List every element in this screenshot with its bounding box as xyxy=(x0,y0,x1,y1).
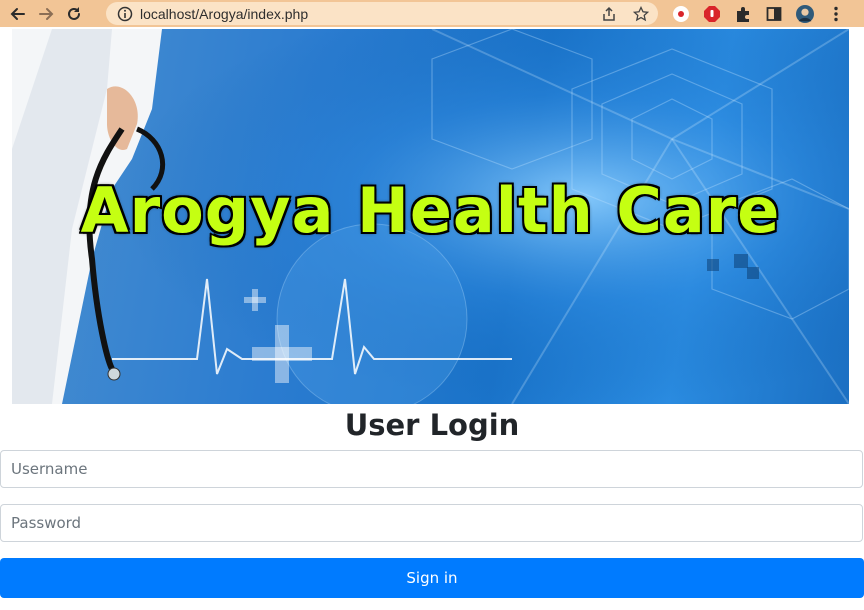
banner-title: Arogya Health Care xyxy=(79,173,781,249)
profile-avatar[interactable] xyxy=(796,4,814,23)
login-heading: User Login xyxy=(344,408,520,442)
browser-toolbar: localhost/Arogya/index.php xyxy=(0,0,864,27)
back-icon[interactable] xyxy=(4,0,32,27)
share-icon[interactable] xyxy=(600,5,618,23)
site-info-icon[interactable] xyxy=(116,5,134,23)
forward-icon[interactable] xyxy=(32,0,60,27)
reload-icon[interactable] xyxy=(60,0,88,27)
password-input[interactable] xyxy=(0,504,863,542)
banner-image: Arogya Health Care xyxy=(12,29,849,404)
username-input[interactable] xyxy=(0,450,863,488)
address-text[interactable]: localhost/Arogya/index.php xyxy=(140,6,308,22)
extensions-puzzle-icon[interactable] xyxy=(734,5,752,23)
address-bar[interactable]: localhost/Arogya/index.php xyxy=(106,2,658,25)
menu-kebab-icon[interactable] xyxy=(827,5,845,23)
adblock-icon[interactable] xyxy=(703,5,721,23)
side-panel-icon[interactable] xyxy=(765,5,783,23)
sign-in-button[interactable]: Sign in xyxy=(0,558,864,598)
bookmark-star-icon[interactable] xyxy=(632,5,650,23)
record-extension-icon[interactable] xyxy=(672,5,690,23)
